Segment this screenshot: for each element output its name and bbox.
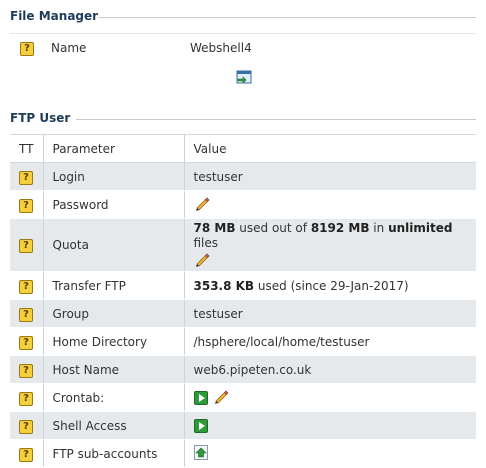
login-value: testuser	[184, 162, 476, 191]
quota-text2: in	[369, 221, 389, 235]
table-row: ? Home Directory /hsphere/local/home/tes…	[10, 327, 476, 356]
help-icon[interactable]: ?	[19, 335, 33, 350]
file-manager-title: File Manager	[10, 9, 99, 23]
transfer-amount: 353.8 KB	[193, 278, 255, 293]
quota-value: 78 MB used out of 8192 MB in unlimited f…	[184, 218, 476, 272]
file-manager-box: ? Name Webshell4	[10, 33, 476, 93]
home-dir-label: Home Directory	[43, 327, 185, 356]
open-window-icon[interactable]	[236, 70, 252, 88]
quota-used: 78 MB	[193, 221, 236, 235]
sub-accounts-label: FTP sub-accounts	[43, 439, 185, 468]
table-row: ? Crontab:	[10, 383, 476, 412]
table-row: ? Password	[10, 190, 476, 219]
table-row: ? Quota 78 MB used out of 8192 MB in unl…	[10, 218, 476, 272]
login-label: Login	[43, 162, 185, 191]
pencil-icon[interactable]	[213, 388, 229, 407]
quota-files: unlimited	[388, 221, 453, 235]
help-icon[interactable]: ?	[19, 391, 33, 406]
help-icon[interactable]: ?	[19, 170, 33, 185]
help-icon[interactable]: ?	[19, 447, 33, 462]
add-sub-account-icon[interactable]	[193, 444, 208, 463]
help-icon[interactable]: ?	[20, 42, 34, 56]
ftp-user-title: FTP User	[10, 111, 71, 125]
transfer-label: Transfer FTP	[43, 271, 185, 300]
play-icon[interactable]	[193, 418, 208, 433]
header-tt: TT	[10, 134, 44, 163]
transfer-text: used (since 29-Jan-2017)	[254, 278, 409, 293]
host-name-label: Host Name	[43, 355, 185, 384]
crontab-label: Crontab:	[43, 383, 185, 412]
table-row: ? Host Name web6.pipeten.co.uk	[10, 355, 476, 384]
quota-label: Quota	[43, 218, 185, 272]
transfer-value: 353.8 KB used (since 29-Jan-2017)	[184, 271, 476, 300]
ftp-user-table: TT Parameter Value ? Login testuser ? Pa…	[10, 134, 476, 468]
help-icon[interactable]: ?	[19, 307, 33, 322]
pencil-icon[interactable]	[194, 251, 210, 271]
quota-text3: files	[193, 236, 219, 250]
name-label: Name	[51, 41, 87, 55]
header-value: Value	[184, 134, 476, 163]
home-dir-value: /hsphere/local/home/testuser	[184, 327, 476, 356]
help-icon[interactable]: ?	[19, 363, 33, 378]
file-manager-rule	[98, 17, 476, 18]
help-icon[interactable]: ?	[19, 239, 33, 253]
play-icon[interactable]	[193, 390, 208, 405]
host-name-value: web6.pipeten.co.uk	[184, 355, 476, 384]
quota-total: 8192 MB	[310, 221, 370, 235]
table-row: ? Shell Access	[10, 411, 476, 440]
pencil-icon[interactable]	[194, 195, 210, 214]
table-row: ? FTP sub-accounts	[10, 439, 476, 468]
quota-text1: used out of	[235, 221, 311, 235]
name-value: Webshell4	[190, 41, 252, 55]
table-header: TT Parameter Value	[10, 134, 476, 163]
group-value: testuser	[184, 299, 476, 328]
password-label: Password	[43, 190, 185, 219]
header-parameter: Parameter	[43, 134, 185, 163]
help-icon[interactable]: ?	[19, 419, 33, 434]
help-icon[interactable]: ?	[19, 198, 33, 213]
ftp-user-rule	[76, 119, 476, 120]
shell-access-label: Shell Access	[43, 411, 185, 440]
table-row: ? Group testuser	[10, 299, 476, 328]
help-icon[interactable]: ?	[19, 279, 33, 294]
table-row: ? Transfer FTP 353.8 KB used (since 29-J…	[10, 271, 476, 300]
group-label: Group	[43, 299, 185, 328]
table-row: ? Login testuser	[10, 162, 476, 191]
